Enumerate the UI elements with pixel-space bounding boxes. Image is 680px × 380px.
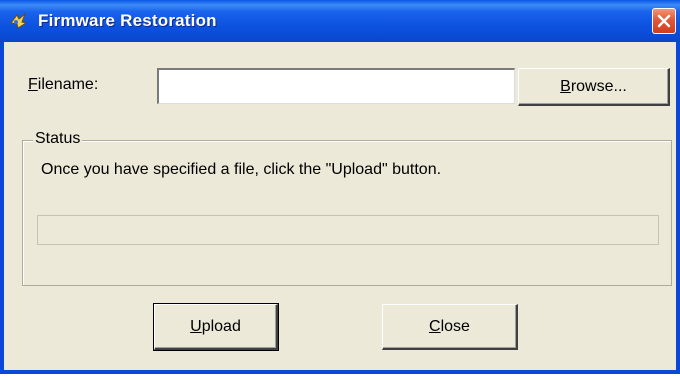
progress-bar — [37, 215, 659, 245]
status-groupbox: Status Once you have specified a file, c… — [22, 130, 672, 286]
browse-button-accelerator: B — [560, 78, 571, 95]
close-button[interactable]: Close — [382, 304, 518, 350]
filename-label-accelerator: F — [28, 76, 38, 93]
firmware-restoration-icon — [8, 11, 28, 31]
filename-label-text: ilename: — [37, 76, 99, 93]
status-legend: Status — [33, 130, 83, 148]
close-window-button[interactable] — [652, 8, 676, 34]
upload-button-label: pload — [201, 317, 241, 335]
title-bar[interactable]: Firmware Restoration — [0, 0, 680, 42]
firmware-restoration-window: Firmware Restoration Filename: Browse...… — [0, 0, 680, 374]
window-title: Firmware Restoration — [38, 11, 217, 30]
close-icon — [657, 14, 671, 28]
browse-button-label: rowse... — [570, 78, 627, 95]
filename-label: Filename: — [28, 76, 98, 94]
browse-button[interactable]: Browse... — [518, 68, 670, 106]
close-button-label: lose — [440, 317, 470, 335]
upload-button-accelerator: U — [190, 317, 202, 335]
upload-button[interactable]: Upload — [153, 303, 279, 351]
close-button-accelerator: C — [429, 317, 441, 335]
filename-input[interactable] — [157, 68, 515, 104]
status-message: Once you have specified a file, click th… — [41, 161, 442, 178]
